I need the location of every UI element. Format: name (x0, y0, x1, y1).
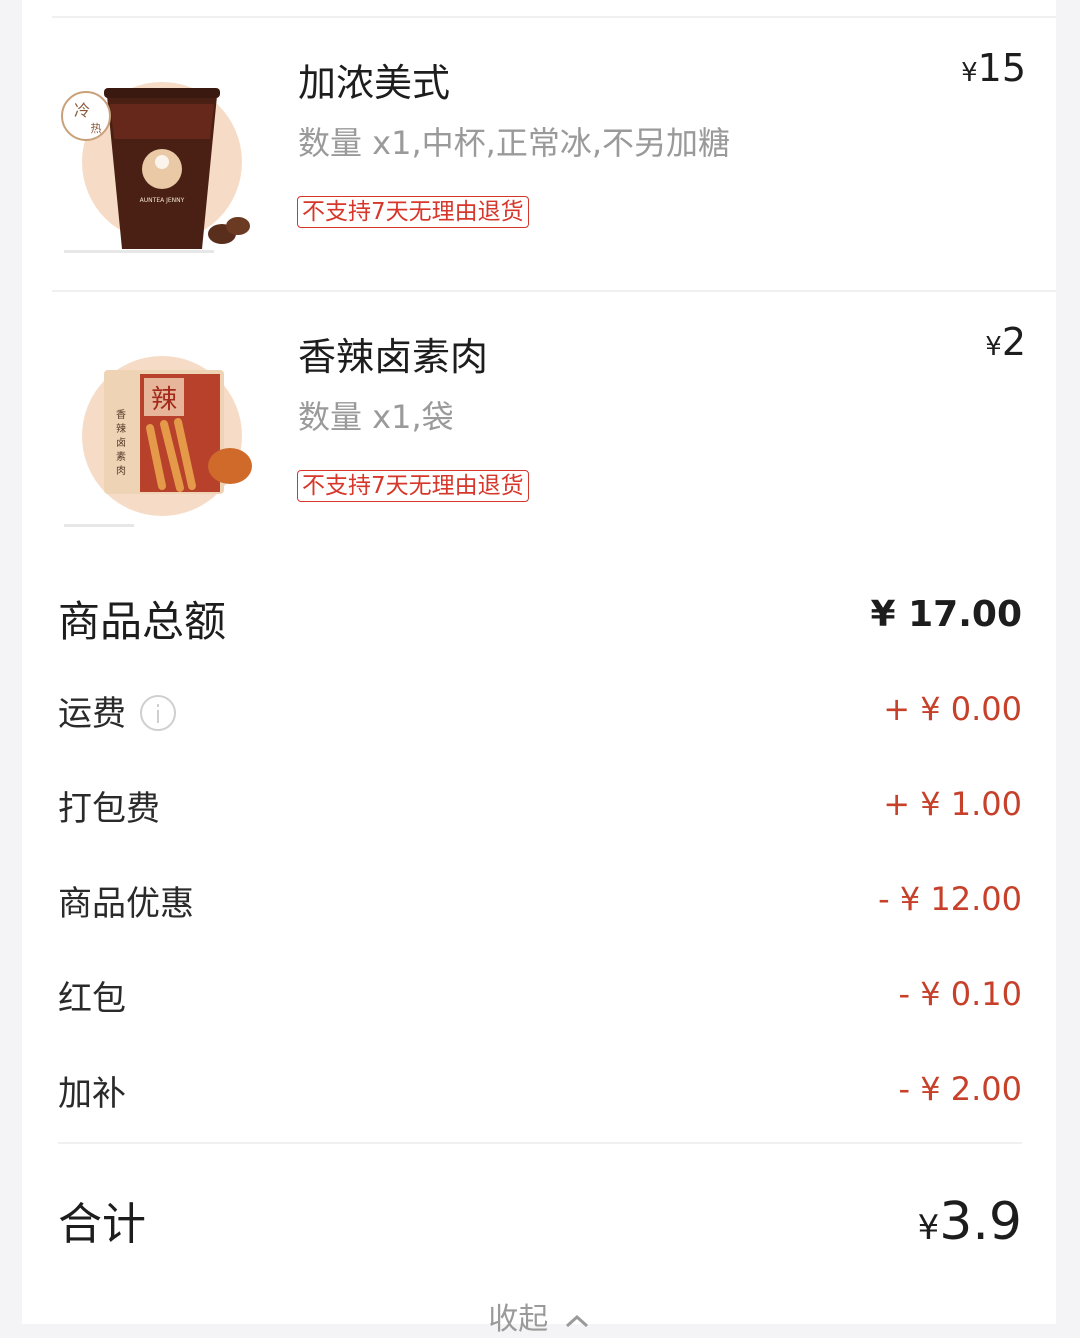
currency-symbol: ¥ (985, 332, 1002, 362)
svg-text:香: 香 (116, 409, 126, 421)
no-return-tag: 不支持7天无理由退货 (297, 196, 529, 228)
red-packet-label: 红包 (58, 979, 126, 1019)
total-divider (58, 1142, 1022, 1144)
item-price-value: 15 (977, 46, 1026, 90)
product-thumbnail: 辣 香 辣 卤 素 肉 (52, 318, 272, 538)
collapse-label: 收起 (488, 1302, 549, 1337)
svg-text:辣: 辣 (116, 422, 126, 435)
item-divider (52, 290, 1056, 292)
subtotal-label: 商品总额 (58, 597, 227, 646)
item-spec: 数量 x1,中杯,正常冰,不另加糖 (298, 124, 730, 162)
svg-text:AUNTEA JENNY: AUNTEA JENNY (140, 197, 185, 204)
info-icon[interactable] (140, 694, 176, 731)
shipping-fee-label[interactable]: 运费 (58, 686, 176, 735)
subsidy-label: 加补 (58, 1074, 126, 1114)
top-divider (52, 16, 1056, 18)
total-currency-symbol: ¥ (917, 1208, 940, 1248)
svg-text:辣: 辣 (151, 385, 177, 415)
product-discount-label: 商品优惠 (58, 884, 194, 924)
svg-text:冷: 冷 (74, 101, 90, 120)
packing-fee-label: 打包费 (58, 789, 160, 829)
product-thumbnail: AUNTEA JENNY 冷 热 (52, 44, 272, 264)
subsidy-value: - ¥ 2.00 (898, 1070, 1023, 1108)
svg-text:热: 热 (91, 122, 102, 135)
svg-text:素: 素 (116, 450, 126, 463)
item-spec: 数量 x1,袋 (298, 398, 454, 436)
svg-text:肉: 肉 (116, 464, 126, 477)
packing-fee-value: + ¥ 1.00 (883, 785, 1022, 823)
iced-coffee-cup-image: AUNTEA JENNY 冷 热 (61, 82, 250, 253)
item-price-value: 2 (1001, 320, 1026, 364)
red-packet-value: - ¥ 0.10 (898, 975, 1023, 1013)
item-price: ¥2 (985, 320, 1026, 364)
spicy-snack-bag-image: 辣 香 辣 卤 素 肉 (64, 356, 252, 527)
total-label: 合计 (58, 1199, 146, 1250)
product-discount-value: - ¥ 12.00 (878, 880, 1022, 918)
item-price: ¥15 (961, 46, 1026, 90)
item-name: 香辣卤素肉 (298, 335, 489, 379)
chevron-up-icon (565, 1314, 588, 1327)
order-detail-card: AUNTEA JENNY 冷 热 加浓美式 数量 x1,中杯,正常冰,不另加糖 … (22, 0, 1056, 1337)
no-return-tag: 不支持7天无理由退货 (297, 470, 529, 502)
shipping-fee-value: + ¥ 0.00 (883, 690, 1022, 728)
total-value: 3.9 (939, 1192, 1022, 1252)
shipping-fee-text: 运费 (58, 694, 126, 734)
currency-symbol: ¥ (961, 58, 978, 88)
collapse-button[interactable]: 收起 (22, 1294, 1056, 1338)
subtotal-value: ¥ 17.00 (870, 594, 1022, 635)
svg-text:卤: 卤 (116, 436, 126, 449)
total-amount: ¥3.9 (918, 1192, 1022, 1252)
item-name: 加浓美式 (298, 61, 451, 105)
